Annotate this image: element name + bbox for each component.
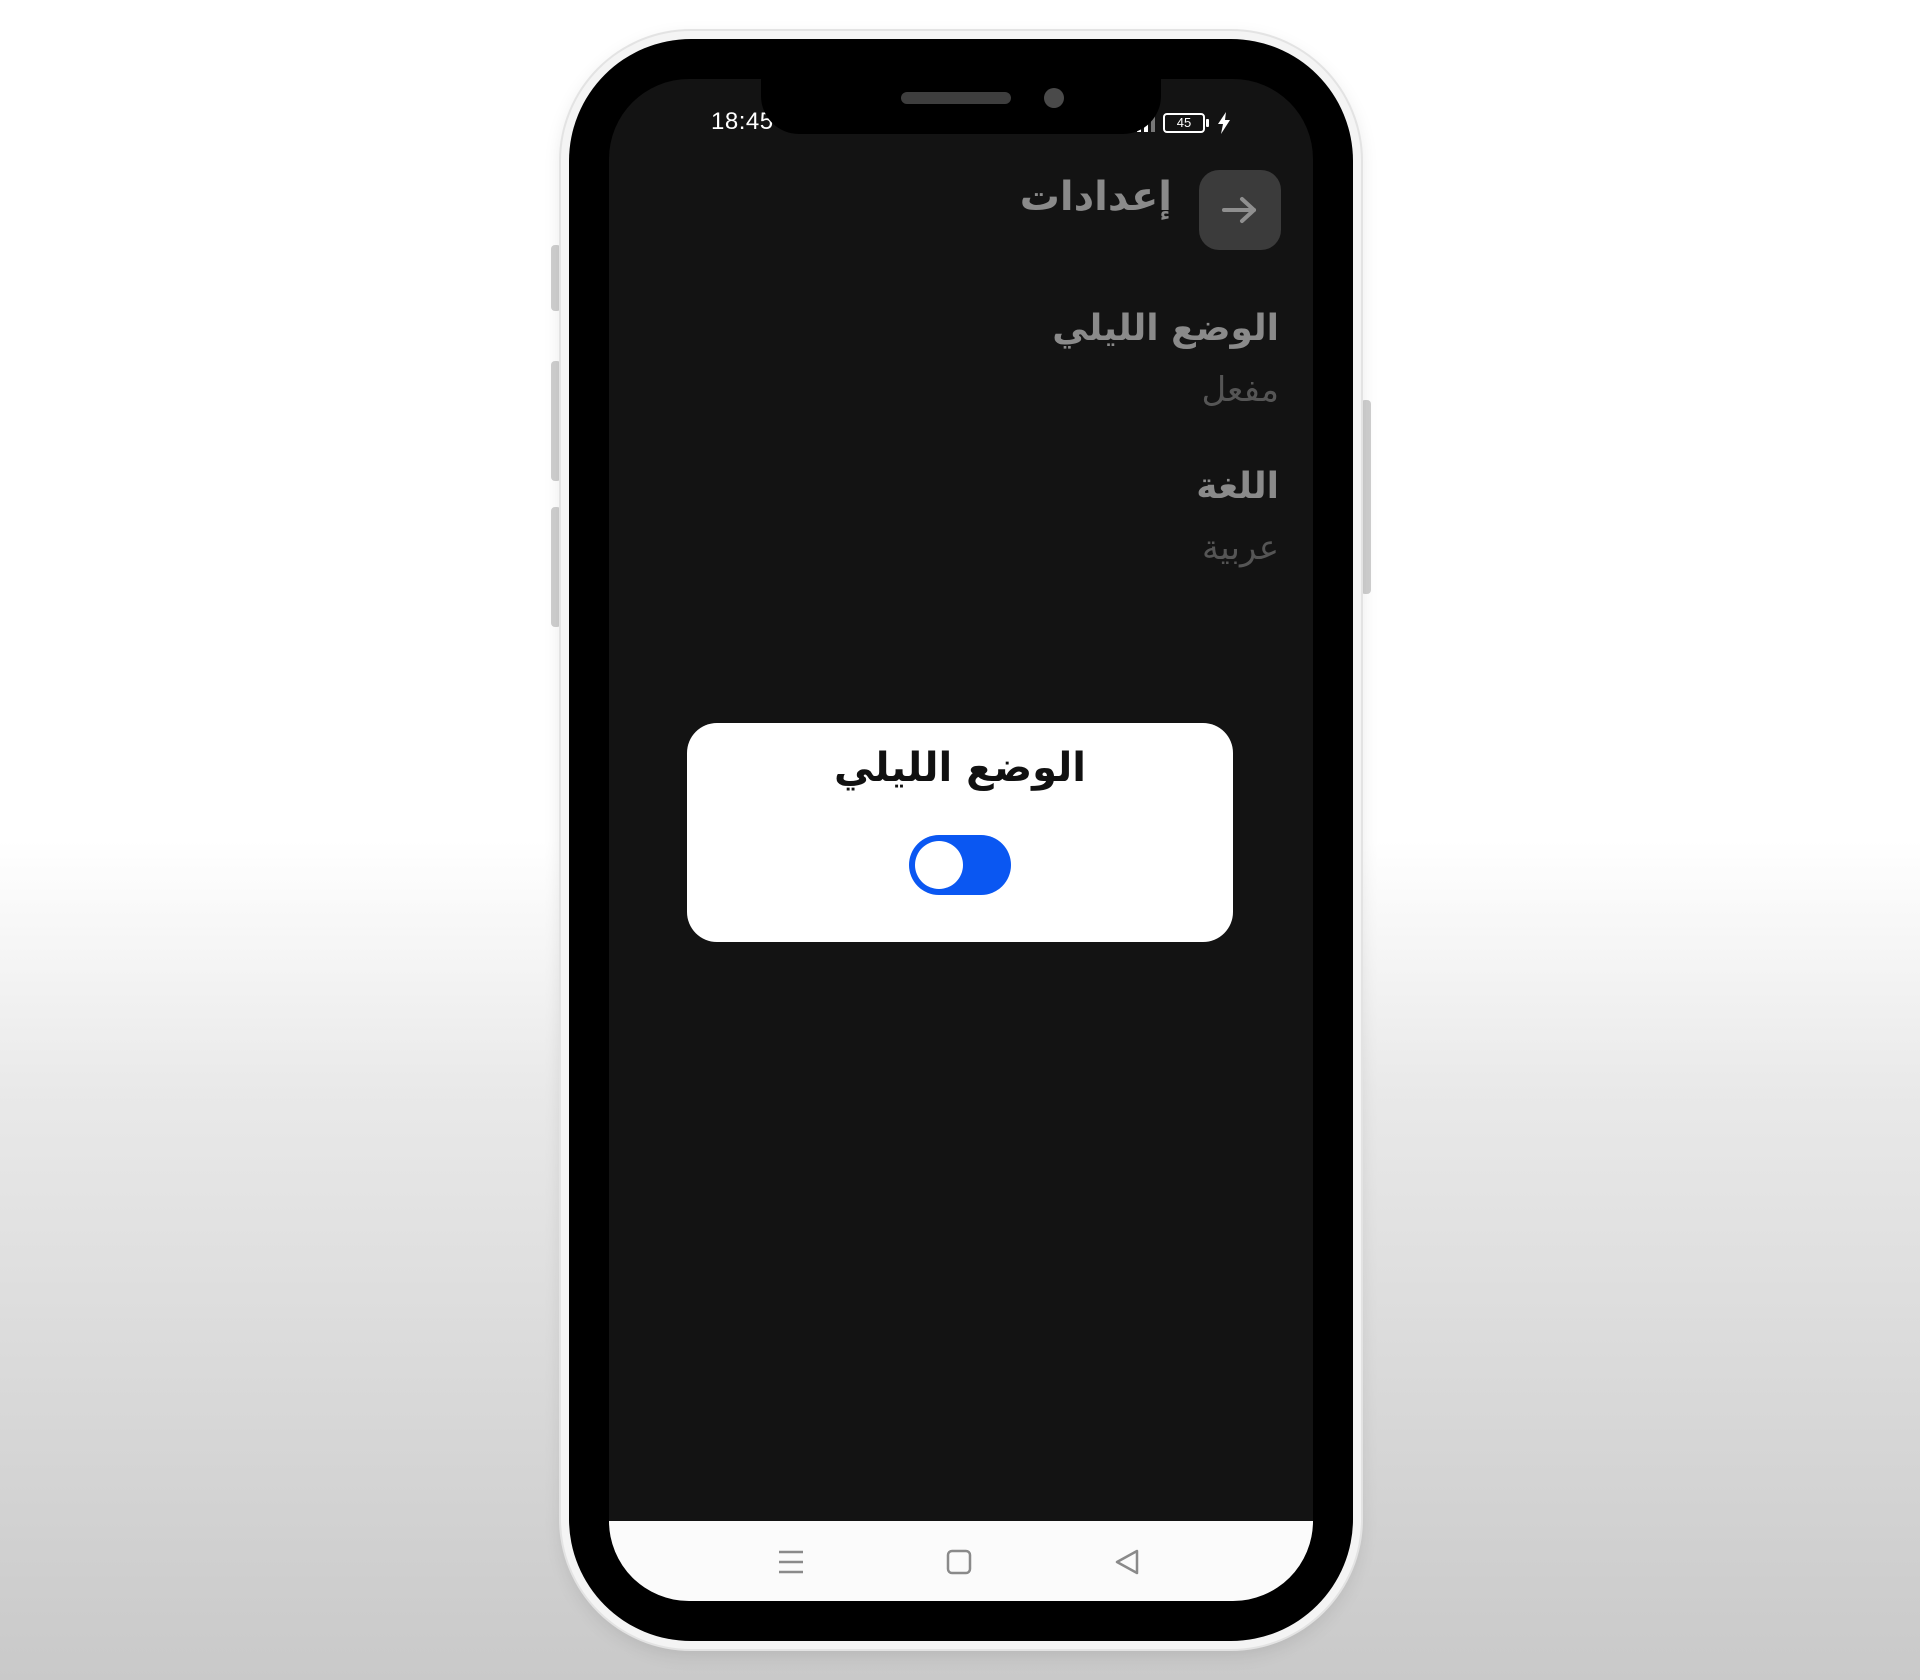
page-title: إعدادات (1019, 174, 1172, 220)
setting-language-value: عربية (1202, 528, 1279, 568)
mute-switch (551, 245, 561, 311)
setting-night-mode-title[interactable]: الوضع الليلي (1052, 308, 1279, 349)
menu-button[interactable] (769, 1540, 813, 1584)
volume-up-button (551, 361, 561, 481)
menu-icon (779, 1550, 803, 1574)
notch (761, 79, 1161, 134)
back-button[interactable] (1199, 170, 1281, 250)
earpiece-speaker (901, 92, 1011, 104)
toggle-knob (915, 841, 963, 889)
arrow-right-icon (1222, 197, 1256, 223)
setting-night-mode-value: مفعل (1201, 370, 1279, 410)
battery-level: 45 (1176, 115, 1192, 130)
night-mode-dialog: الوضع الليلي (687, 723, 1233, 942)
back-nav-button[interactable] (1105, 1540, 1149, 1584)
setting-language-title[interactable]: اللغة (1196, 466, 1279, 507)
volume-down-button (551, 507, 561, 627)
night-mode-toggle[interactable] (909, 835, 1011, 895)
battery-icon: 45 (1163, 113, 1209, 133)
front-camera (1044, 88, 1064, 108)
home-icon (946, 1549, 972, 1575)
charging-bolt-icon (1218, 112, 1230, 134)
power-button (1361, 400, 1371, 594)
dialog-title: الوضع الليلي (834, 745, 1086, 791)
back-icon (1115, 1549, 1139, 1575)
home-button[interactable] (937, 1540, 981, 1584)
